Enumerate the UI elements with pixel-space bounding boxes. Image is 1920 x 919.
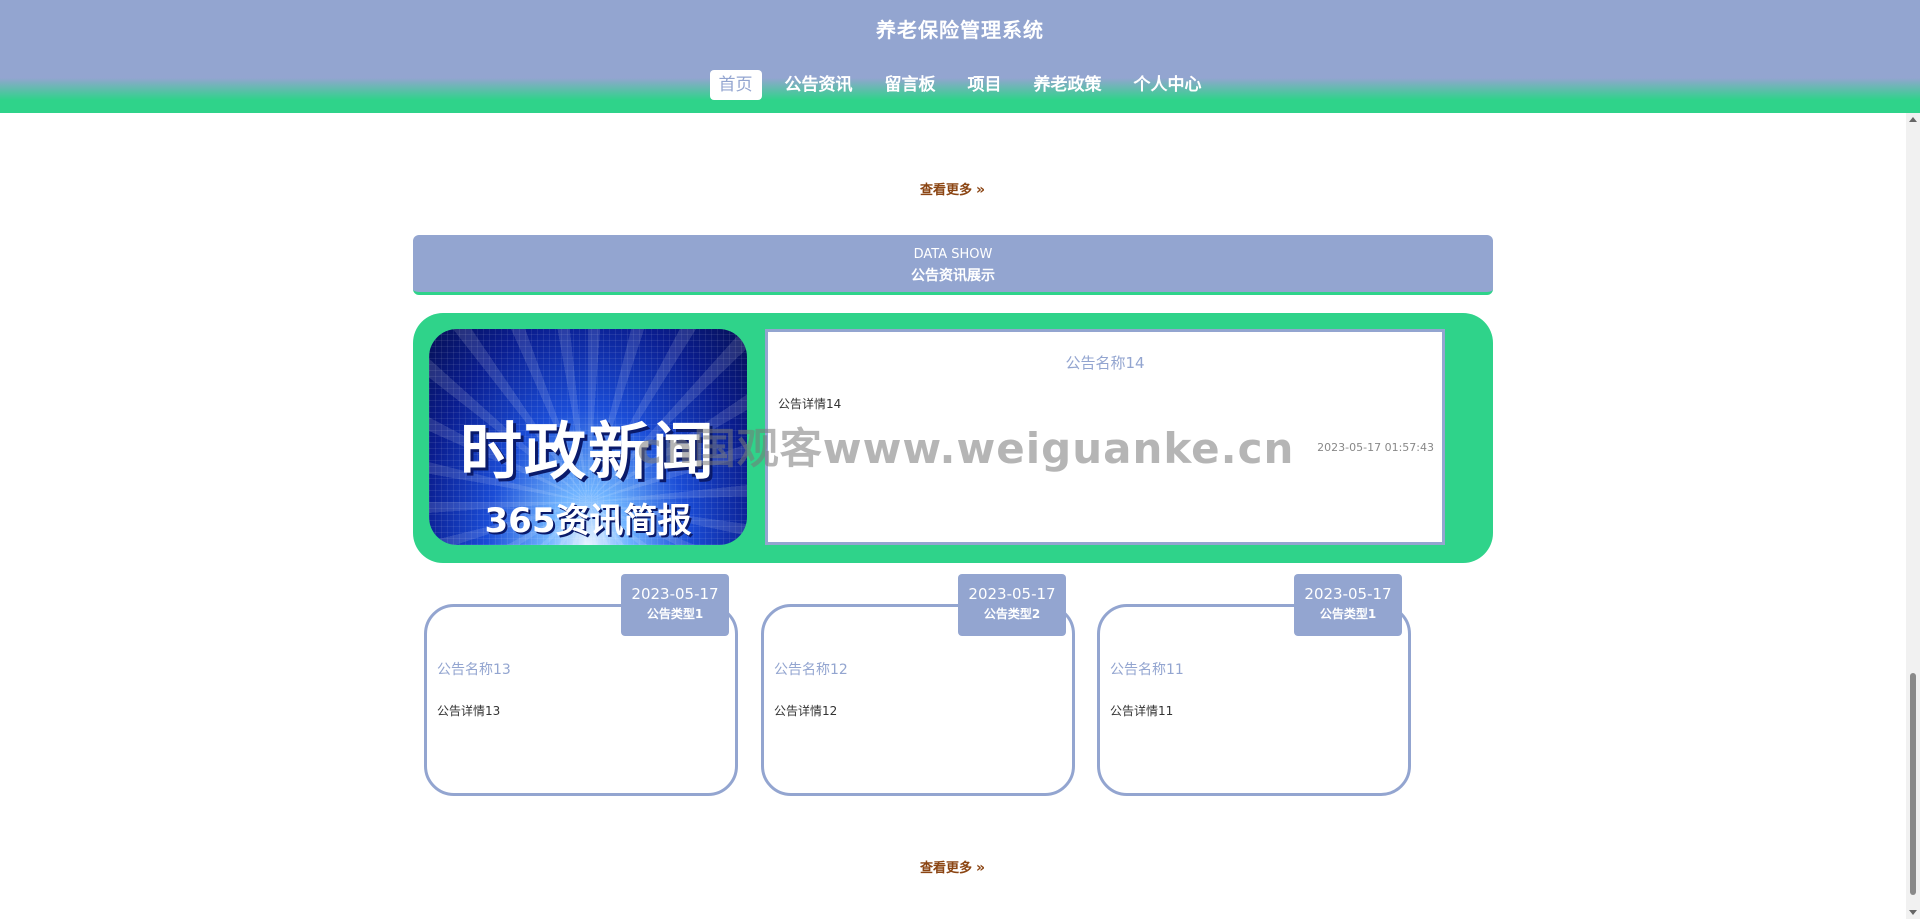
view-more-link-top[interactable]: 查看更多» [0, 179, 1905, 198]
site-header: 养老保险管理系统 首页 公告资讯 留言板 项目 养老政策 个人中心 [0, 0, 1920, 113]
card-title[interactable]: 公告名称11 [1110, 659, 1184, 679]
featured-title[interactable]: 公告名称14 [768, 352, 1442, 373]
double-chevron-right-icon: » [975, 182, 986, 198]
card-date-tag: 2023-05-17 公告类型2 [958, 574, 1066, 636]
section-cn-title: 公告资讯展示 [911, 268, 995, 284]
nav-item-pension-policy[interactable]: 养老政策 [1025, 70, 1111, 100]
card-title[interactable]: 公告名称13 [437, 659, 511, 679]
nav-item-home[interactable]: 首页 [709, 70, 762, 100]
card-detail: 公告详情13 [437, 704, 501, 718]
watermark: cn国观客www.weiguanke.cn [637, 424, 1295, 473]
double-chevron-right-icon: » [975, 860, 986, 876]
nav-item-message-board[interactable]: 留言板 [876, 70, 945, 100]
nav-item-projects[interactable]: 项目 [959, 70, 1011, 100]
card-date-tag: 2023-05-17 公告类型1 [1294, 574, 1402, 636]
card-detail: 公告详情12 [774, 704, 838, 718]
section-banner: DATA SHOW 公告资讯展示 [413, 235, 1493, 295]
view-more-label: 查看更多 [919, 861, 972, 876]
featured-date: 2023-05-17 01:57:43 [1317, 441, 1434, 454]
scroll-up-arrow-icon[interactable] [1909, 117, 1917, 122]
featured-detail: 公告详情14 [778, 397, 842, 411]
featured-image-sub-text: 365资讯简报 [484, 501, 692, 541]
view-more-link-bottom[interactable]: 查看更多» [0, 857, 1905, 876]
section-en-title: DATA SHOW [913, 247, 993, 262]
scroll-thumb[interactable] [1910, 673, 1916, 895]
nav-item-personal-center[interactable]: 个人中心 [1125, 70, 1211, 100]
announcement-card[interactable]: 2023-05-17 公告类型1 公告名称11 公告详情11 [1097, 574, 1411, 796]
card-date: 2023-05-17 [631, 585, 719, 603]
card-type: 公告类型2 [983, 607, 1041, 621]
card-type: 公告类型1 [1319, 607, 1377, 621]
card-date: 2023-05-17 [1304, 585, 1392, 603]
card-title[interactable]: 公告名称12 [774, 659, 848, 679]
nav-item-announcements[interactable]: 公告资讯 [776, 70, 862, 100]
card-type: 公告类型1 [646, 607, 704, 621]
card-date: 2023-05-17 [968, 585, 1056, 603]
site-title: 养老保险管理系统 [876, 18, 1044, 42]
scroll-down-arrow-icon[interactable] [1909, 910, 1917, 915]
card-date-tag: 2023-05-17 公告类型1 [621, 574, 729, 636]
card-detail: 公告详情11 [1110, 704, 1174, 718]
view-more-label: 查看更多 [919, 183, 972, 198]
announcement-card[interactable]: 2023-05-17 公告类型1 公告名称13 公告详情13 [424, 574, 738, 796]
page-scrollbar[interactable] [1906, 113, 1920, 919]
main-nav: 首页 公告资讯 留言板 项目 养老政策 个人中心 [0, 70, 1920, 100]
announcement-card[interactable]: 2023-05-17 公告类型2 公告名称12 公告详情12 [761, 574, 1075, 796]
